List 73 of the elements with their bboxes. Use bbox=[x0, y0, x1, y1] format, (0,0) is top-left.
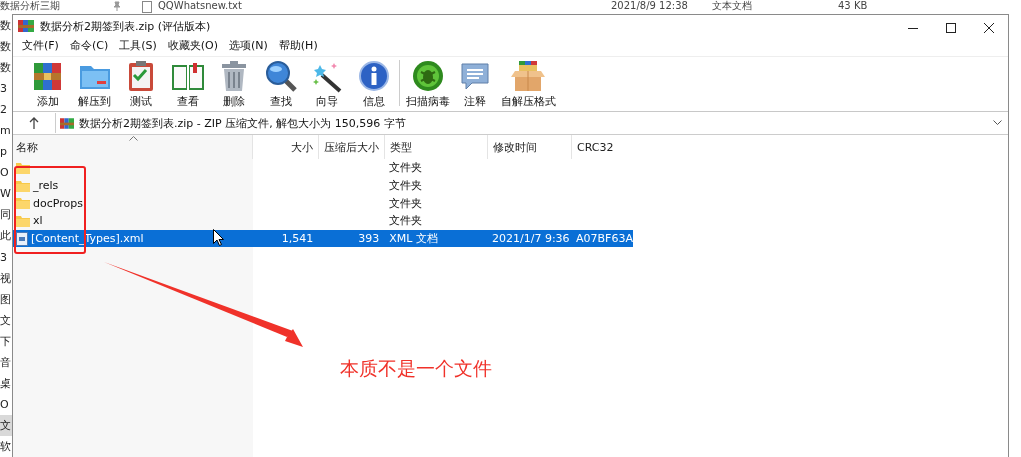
nav-item[interactable]: 3 bbox=[0, 246, 12, 268]
nav-item[interactable]: O bbox=[0, 162, 12, 184]
nav-item[interactable]: W bbox=[0, 183, 12, 205]
nav-item[interactable]: O bbox=[0, 393, 12, 415]
archive-icon bbox=[60, 116, 74, 130]
nav-item[interactable]: 此 bbox=[0, 225, 12, 247]
maximize-icon bbox=[946, 23, 956, 33]
file-row[interactable]: docProps 文件夹 bbox=[13, 194, 633, 213]
nav-item[interactable]: 数 bbox=[0, 36, 12, 58]
file-size: 43 KB bbox=[838, 1, 868, 11]
nav-item[interactable]: 文 bbox=[0, 309, 12, 331]
nav-item[interactable]: 下 bbox=[0, 330, 12, 352]
column-header[interactable]: 类型 bbox=[385, 135, 488, 159]
info-icon bbox=[356, 59, 391, 93]
folder-icon bbox=[16, 197, 30, 210]
archive-icon bbox=[18, 19, 34, 33]
nav-item[interactable]: p bbox=[0, 141, 12, 163]
nav-item[interactable]: 视 bbox=[0, 267, 12, 289]
nav-item[interactable]: 软 bbox=[0, 435, 12, 457]
nav-item[interactable]: 图 bbox=[0, 288, 12, 310]
folder-icon bbox=[16, 161, 30, 174]
document-icon bbox=[16, 231, 28, 246]
folder-icon bbox=[16, 214, 30, 227]
window-title: 数据分析2期签到表.zip (评估版本) bbox=[40, 18, 211, 34]
address-field[interactable]: 数据分析2期签到表.zip - ZIP 压缩文件, 解包大小为 150,596 字节 bbox=[55, 113, 1008, 133]
file-type: 文本文档 bbox=[712, 1, 752, 11]
menu-item[interactable]: 帮助(H) bbox=[273, 38, 323, 53]
column-header[interactable]: CRC32 bbox=[572, 135, 634, 159]
nav-item[interactable]: 数 bbox=[0, 15, 12, 37]
file-row[interactable]: 文件夹 bbox=[13, 159, 633, 177]
menu-item[interactable]: 选项(N) bbox=[224, 38, 273, 53]
search-icon bbox=[263, 59, 298, 93]
nav-item[interactable]: 数 bbox=[0, 57, 12, 79]
folder-name: 数据分析三期 bbox=[0, 1, 60, 11]
toolbar-button[interactable]: 自解压格式 bbox=[498, 59, 558, 109]
folder-icon bbox=[16, 179, 30, 192]
toolbar-button[interactable]: 解压到 bbox=[71, 59, 118, 109]
toolbar-button[interactable]: 删除 bbox=[211, 59, 258, 109]
toolbar-button[interactable]: 注释 bbox=[451, 59, 498, 109]
column-header[interactable]: 名称 bbox=[13, 135, 253, 159]
menu-item[interactable]: 命令(C) bbox=[64, 38, 114, 53]
file-row[interactable]: xl 文件夹 bbox=[13, 212, 633, 230]
toolbar-button[interactable]: 向导 bbox=[304, 59, 351, 109]
up-arrow-icon bbox=[29, 117, 39, 129]
menu-item[interactable]: 收藏夹(O) bbox=[162, 38, 223, 53]
toolbar-button[interactable]: 查看 bbox=[164, 59, 211, 109]
mouse-pointer-icon bbox=[213, 229, 224, 246]
toolbar-button[interactable]: 查找 bbox=[257, 59, 304, 109]
nav-item[interactable]: 桌 bbox=[0, 372, 12, 394]
column-header[interactable]: 大小 bbox=[253, 135, 319, 159]
toolbar-button[interactable]: 添加 bbox=[25, 59, 72, 109]
nav-item[interactable]: 同 bbox=[0, 204, 12, 226]
nav-item[interactable]: 文 bbox=[0, 414, 12, 436]
pin-icon bbox=[112, 1, 122, 11]
bug-icon bbox=[411, 59, 446, 93]
file-row[interactable]: _rels 文件夹 bbox=[13, 176, 633, 195]
menu-item[interactable]: 工具(S) bbox=[114, 38, 162, 53]
column-header[interactable]: 压缩后大小 bbox=[319, 135, 385, 159]
modified-date: 2021/8/9 12:38 bbox=[611, 1, 688, 11]
nav-item[interactable]: m bbox=[0, 120, 12, 142]
nav-item[interactable]: 音 bbox=[0, 351, 12, 373]
file-name: QQWhatsnew.txt bbox=[158, 1, 242, 11]
nav-item[interactable]: 2 bbox=[0, 99, 12, 121]
close-icon bbox=[984, 23, 994, 33]
chevron-down-icon bbox=[993, 120, 1002, 126]
nav-item[interactable]: 3 bbox=[0, 78, 12, 100]
toolbar-button[interactable]: 信息 bbox=[350, 59, 397, 109]
menu-item[interactable]: 文件(F) bbox=[17, 38, 64, 53]
annotation-text: 本质不是一个文件 bbox=[340, 356, 492, 381]
toolbar-button[interactable]: 扫描病毒 bbox=[405, 59, 452, 109]
column-header[interactable]: 修改时间 bbox=[488, 135, 572, 159]
toolbar-button[interactable]: 测试 bbox=[118, 59, 165, 109]
box-icon bbox=[511, 59, 545, 93]
